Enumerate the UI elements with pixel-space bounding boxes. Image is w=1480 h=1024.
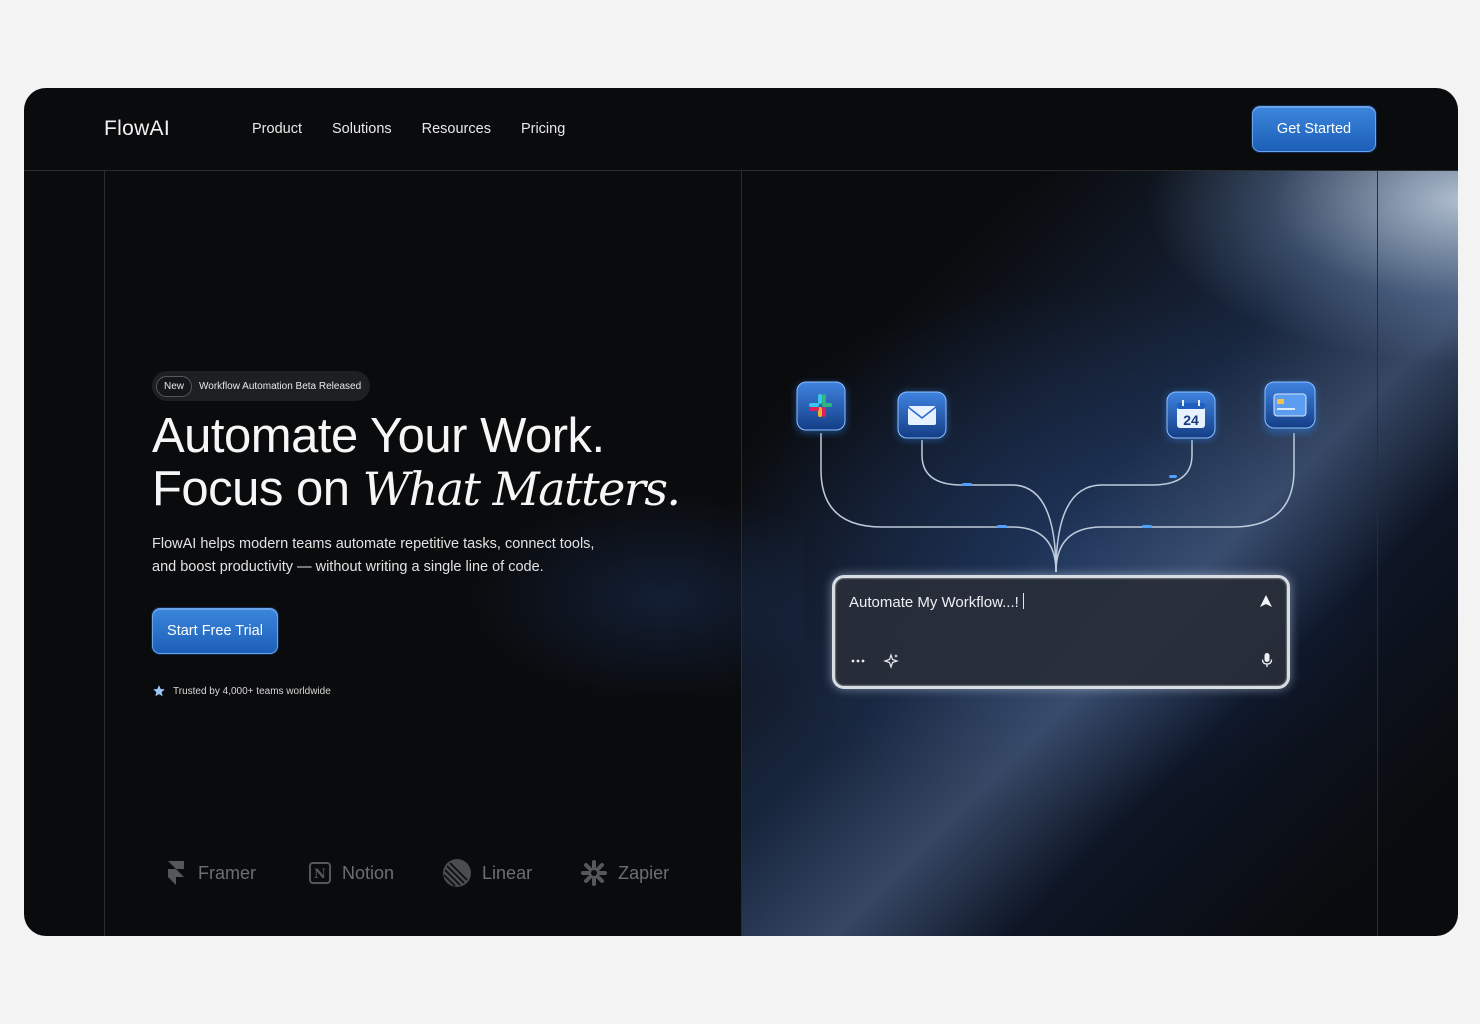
microphone-icon[interactable] [1261, 652, 1273, 668]
prompt-text: Automate My Workflow...! [849, 594, 1019, 611]
top-navigation: FlowAI Product Solutions Resources Prici… [24, 88, 1458, 171]
partner-notion: N Notion [308, 861, 394, 885]
prompt-input-box[interactable]: Automate My Workflow...! [832, 575, 1290, 689]
partner-zapier: Zapier [580, 859, 669, 887]
hero-headline: Automate Your Work. Focus on What Matter… [152, 409, 681, 516]
badge-new-label: New [156, 375, 193, 397]
framer-icon [168, 861, 184, 885]
partner-name: Notion [342, 862, 395, 883]
grid-line [104, 170, 105, 936]
linear-icon [443, 859, 472, 887]
sparkle-icon[interactable] [883, 653, 899, 669]
nav-link-resources[interactable]: Resources [422, 121, 491, 137]
partner-name: Framer [198, 862, 256, 883]
send-icon[interactable] [1259, 594, 1273, 608]
partner-linear: Linear [442, 858, 532, 888]
mail-icon[interactable] [897, 391, 947, 440]
text-cursor [1022, 593, 1024, 609]
svg-text:N: N [314, 867, 326, 882]
connector-lines [820, 433, 1295, 573]
partner-logos: Framer N Notion Linear Zapier [164, 858, 669, 888]
nav-link-pricing[interactable]: Pricing [521, 121, 565, 137]
hero-description: FlowAI helps modern teams automate repet… [152, 536, 595, 575]
badge-text: Workflow Automation Beta Released [199, 380, 362, 392]
calendar-day: 24 [1183, 412, 1199, 428]
prompt-input[interactable]: Automate My Workflow...! [849, 593, 1024, 611]
nav-links: Product Solutions Resources Pricing [252, 121, 565, 137]
nav-link-product[interactable]: Product [252, 121, 302, 137]
integration-diagram: 24 [796, 381, 1316, 573]
more-icon[interactable] [851, 658, 865, 664]
announcement-badge[interactable]: New Workflow Automation Beta Released [152, 371, 371, 401]
trusted-by: Trusted by 4,000+ teams worldwide [152, 684, 331, 698]
landing-page: FlowAI Product Solutions Resources Prici… [24, 88, 1458, 936]
nav-link-solutions[interactable]: Solutions [332, 121, 392, 137]
notion-icon: N [309, 862, 331, 884]
flow-dots [962, 475, 1177, 528]
partner-name: Linear [482, 862, 533, 883]
brand-logo[interactable]: FlowAI [104, 117, 170, 141]
start-free-trial-button[interactable]: Start Free Trial [152, 608, 278, 654]
trusted-text: Trusted by 4,000+ teams worldwide [173, 685, 331, 697]
calendar-icon[interactable]: 24 [1166, 391, 1216, 440]
headline-emphasis: What Matters. [362, 462, 681, 516]
star-icon [153, 685, 165, 697]
zapier-icon [581, 860, 608, 886]
headline-line-2: Focus on [152, 462, 363, 516]
credit-card-icon[interactable] [1264, 381, 1316, 433]
partner-name: Zapier [618, 862, 670, 883]
get-started-button[interactable]: Get Started [1252, 106, 1376, 152]
partner-framer: Framer [164, 860, 256, 886]
slack-icon[interactable] [796, 381, 846, 433]
headline-line-1: Automate Your Work. [152, 409, 605, 463]
